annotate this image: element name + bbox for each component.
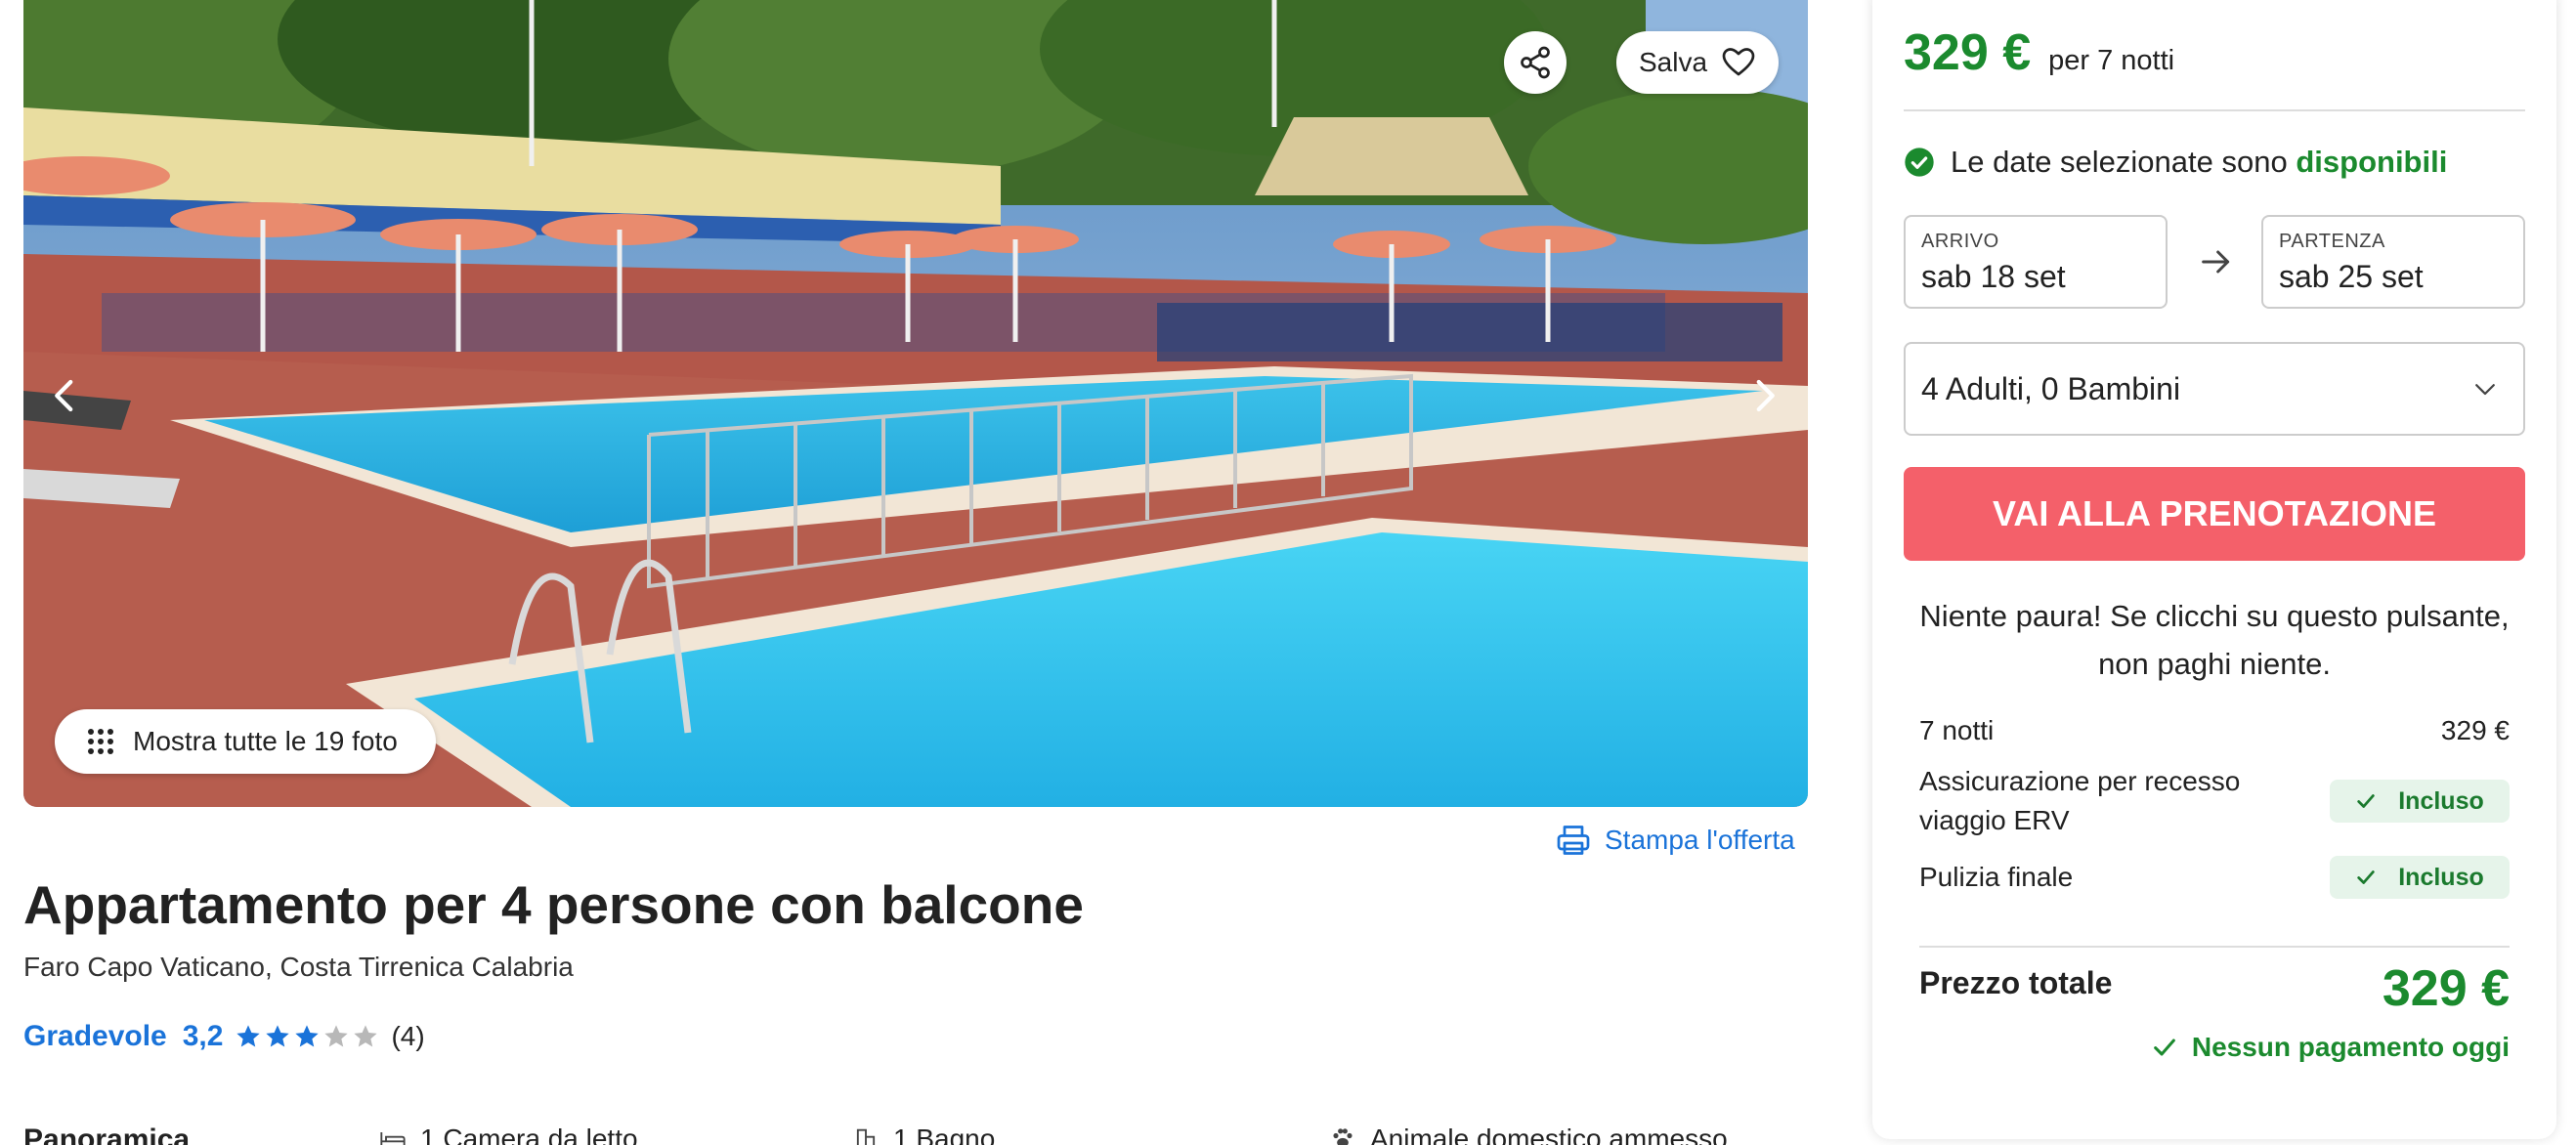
availability-value: disponibili <box>2296 145 2448 179</box>
line-item-value: 329 € <box>2440 715 2510 745</box>
line-item-insurance: Assicurazione per recesso viaggio ERV In… <box>1919 762 2510 840</box>
overview-heading: Panoramica <box>23 1124 191 1145</box>
price-row: 329 € per 7 notti <box>1904 23 2174 82</box>
paw-icon <box>1333 1128 1352 1145</box>
chevron-left-icon <box>55 379 73 412</box>
total-price-value: 329 € <box>2382 960 2510 1017</box>
feature-pets-label: Animale domestico ammesso <box>1370 1124 1728 1145</box>
chevron-right-icon <box>1756 379 1775 412</box>
included-badge-label: Incluso <box>2398 786 2484 815</box>
star-icon <box>295 1025 320 1047</box>
included-badge-label: Incluso <box>2398 863 2484 891</box>
print-offer-label: Stampa l'offerta <box>1605 825 1795 855</box>
listing-location: Faro Capo Vaticano, Costa Tirrenica Cala… <box>23 952 574 982</box>
photo-gallery[interactable]: Salva Mostra tutte le 19 foto <box>23 0 1808 807</box>
heart-icon <box>1722 48 1755 76</box>
rating-score: 3,2 <box>182 1020 224 1052</box>
included-badge: Incluso <box>2330 780 2510 823</box>
share-icon <box>1521 46 1550 79</box>
check-circle-icon <box>1905 148 1934 177</box>
no-payment-label: Nessun pagamento oggi <box>2191 1032 2510 1062</box>
check-icon <box>2357 870 2375 884</box>
total-price-label: Prezzo totale <box>1919 965 2113 1000</box>
feature-bathrooms: 1 Bagno <box>852 1124 995 1145</box>
save-button[interactable]: Salva <box>1616 31 1779 94</box>
rating-label: Gradevole <box>23 1020 167 1052</box>
printer-icon <box>1557 826 1590 855</box>
save-button-label: Salva <box>1638 47 1708 77</box>
overview-row: Panoramica 1 Camera da letto 1 Bagno Ani… <box>0 1124 1808 1145</box>
availability-status: Le date selezionate sono disponibili <box>1904 145 2447 180</box>
listing-title: Appartamento per 4 persone con balcone <box>23 874 1084 935</box>
show-all-photos-label: Mostra tutte le 19 foto <box>133 726 398 756</box>
previous-photo-button[interactable] <box>31 361 100 430</box>
divider <box>1919 946 2510 948</box>
line-item-label: 7 notti <box>1919 715 1995 745</box>
line-item-label: Pulizia finale <box>1919 862 2074 892</box>
line-item-nights: 7 notti 329 € <box>1919 711 2510 750</box>
booking-panel: 329 € per 7 notti Le date selezionate so… <box>1872 0 2556 1139</box>
line-item-label: Assicurazione per recesso viaggio ERV <box>1919 766 2241 835</box>
book-now-button[interactable]: VAI ALLA PRENOTAZIONE <box>1904 467 2525 561</box>
arrival-date-field[interactable]: ARRIVO sab 18 set <box>1904 215 2168 309</box>
feature-bathrooms-label: 1 Bagno <box>893 1124 996 1145</box>
line-item-cleaning: Pulizia finale Incluso <box>1919 856 2510 899</box>
grid-icon <box>88 729 113 754</box>
no-payment-today: Nessun pagamento oggi <box>2151 1032 2510 1063</box>
arrival-label: ARRIVO <box>1921 231 1999 252</box>
star-icon <box>354 1025 378 1047</box>
availability-text: Le date selezionate sono disponibili <box>1951 145 2447 180</box>
bed-icon <box>380 1132 406 1145</box>
arrow-right-icon <box>2202 250 2230 274</box>
price-period: per 7 notti <box>2048 45 2175 76</box>
departure-value: sab 25 set <box>2279 259 2424 294</box>
reassurance-text: Niente paura! Se clicchi su questo pulsa… <box>1919 599 2510 681</box>
star-icon <box>236 1025 261 1047</box>
review-count: (4) <box>391 1021 425 1051</box>
listing-photo[interactable] <box>23 0 1808 807</box>
price: 329 € <box>1904 24 2032 81</box>
print-offer-link[interactable]: Stampa l'offerta <box>1556 823 1795 858</box>
departure-label: PARTENZA <box>2279 231 2385 252</box>
included-badge: Incluso <box>2330 856 2510 899</box>
guests-select[interactable]: 4 Adulti, 0 Bambini <box>1904 342 2525 436</box>
divider <box>1904 109 2525 111</box>
pool-photo-illustration <box>23 0 1808 807</box>
star-icon <box>266 1025 290 1047</box>
availability-prefix: Le date selezionate sono <box>1951 145 2288 179</box>
rating-stars <box>235 1023 379 1050</box>
feature-bedrooms-label: 1 Camera da letto <box>420 1124 638 1145</box>
chevron-down-icon <box>2475 384 2495 396</box>
guests-value: 4 Adulti, 0 Bambini <box>1921 370 2181 406</box>
feature-bedrooms: 1 Camera da letto <box>379 1124 638 1145</box>
rating-summary[interactable]: Gradevole 3,2 (4) <box>23 1020 425 1053</box>
bath-icon <box>856 1128 876 1145</box>
star-icon <box>324 1025 349 1047</box>
share-button[interactable] <box>1504 31 1567 94</box>
next-photo-button[interactable] <box>1730 361 1798 430</box>
departure-date-field[interactable]: PARTENZA sab 25 set <box>2261 215 2525 309</box>
feature-pets: Animale domestico ammesso <box>1329 1124 1728 1145</box>
arrival-value: sab 18 set <box>1921 259 2066 294</box>
check-icon <box>2153 1039 2175 1056</box>
show-all-photos-button[interactable]: Mostra tutte le 19 foto <box>55 709 436 774</box>
check-icon <box>2357 794 2375 808</box>
